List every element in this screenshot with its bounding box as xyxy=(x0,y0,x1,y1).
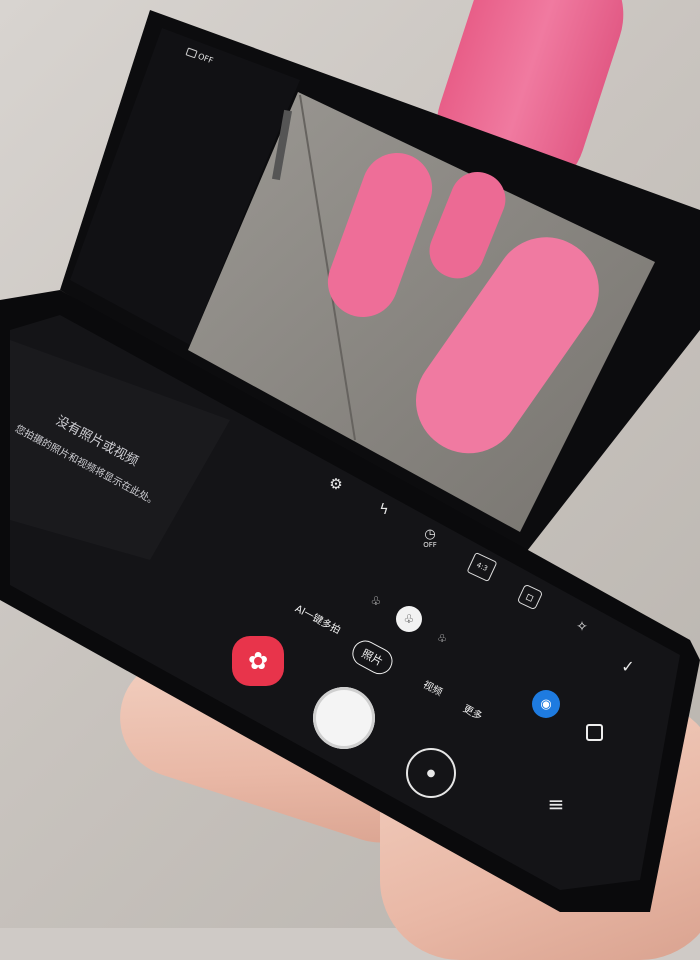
status-off-label: OFF xyxy=(196,51,215,65)
shutter-button[interactable] xyxy=(313,687,375,749)
home-button-icon[interactable] xyxy=(584,722,604,742)
lens-normal-icon[interactable]: ♧ xyxy=(396,606,422,632)
camera-viewfinder xyxy=(188,92,655,532)
recents-menu-icon[interactable]: ≡ xyxy=(544,792,568,816)
back-chevron-icon[interactable]: ✓ xyxy=(618,656,638,676)
filter-sparkle-icon[interactable]: ✧ xyxy=(572,617,592,637)
ratio-label: 4:3 xyxy=(475,560,489,574)
settings-icon[interactable]: ⚙ xyxy=(326,474,346,494)
timer-off-icon[interactable]: ◷ OFF xyxy=(418,528,442,550)
flash-off-icon[interactable]: ϟ xyxy=(374,500,394,520)
switch-camera-icon[interactable]: ● xyxy=(406,748,456,798)
lens-wide-icon[interactable]: ♧ xyxy=(367,592,385,610)
gallery-button[interactable]: ✿ xyxy=(232,636,284,686)
bixby-vision-icon[interactable]: ◉ xyxy=(532,690,560,718)
timer-off-label: OFF xyxy=(423,541,437,549)
lens-tele-icon[interactable]: ♧ xyxy=(434,630,450,646)
photo-scene: OFF 没有照片或视频 您拍摄的照片和视频将显示在此处。 ⚙ ϟ ◷ OFF 4… xyxy=(0,0,700,960)
